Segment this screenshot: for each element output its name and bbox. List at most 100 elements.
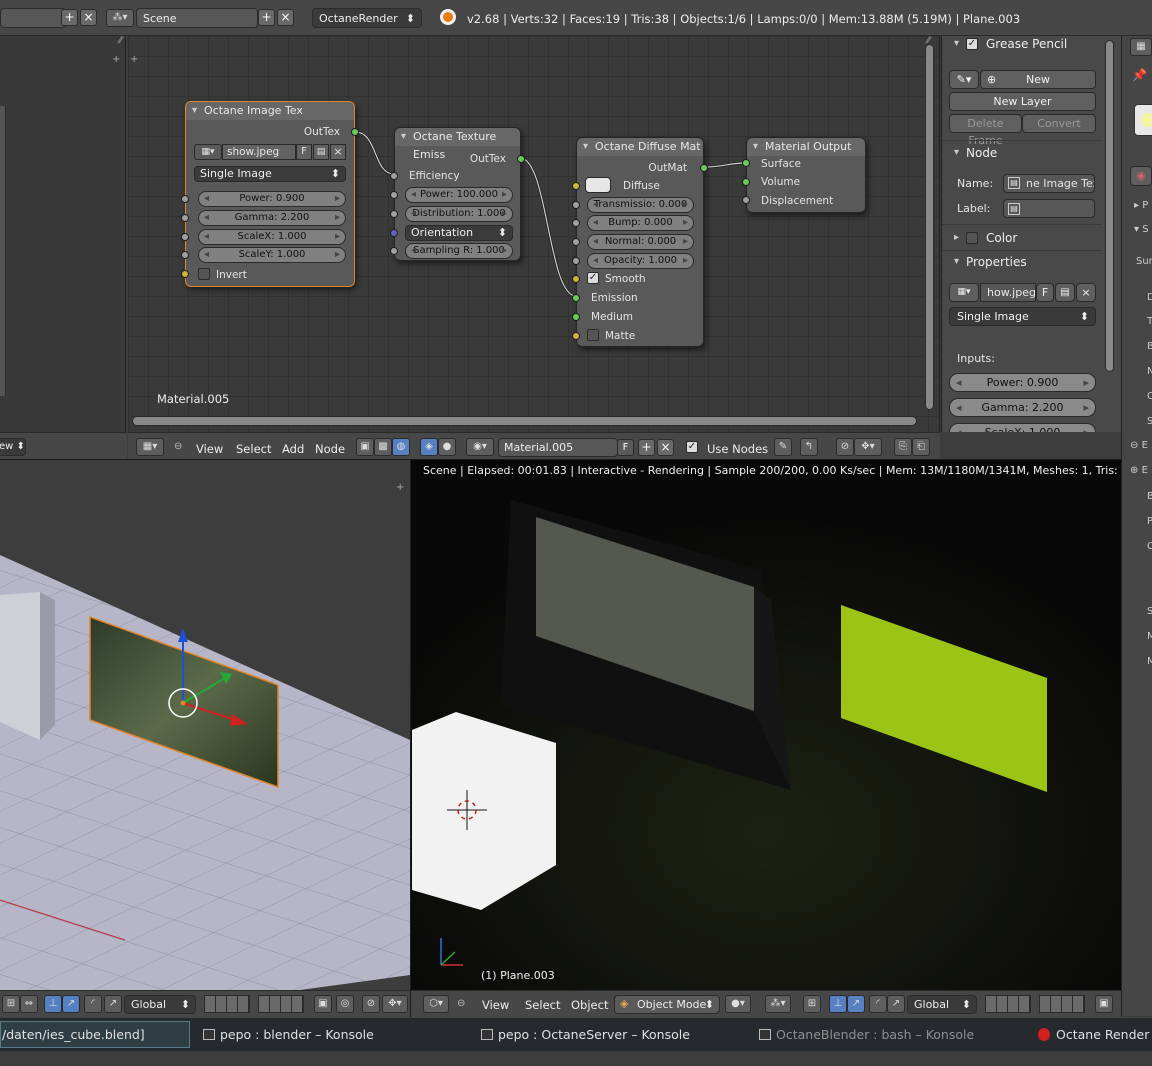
input-socket[interactable] (742, 178, 750, 186)
world-shader-icon[interactable]: ● (438, 438, 456, 456)
input-socket[interactable] (181, 195, 189, 203)
add-screen-button[interactable]: + (61, 9, 78, 26)
new-material-button[interactable]: + (638, 439, 655, 456)
node-title[interactable]: Material Output (747, 138, 865, 156)
scalex-field[interactable]: ScaleX: 1.000 (949, 423, 1096, 432)
area-separator[interactable] (0, 459, 1121, 460)
input-socket[interactable] (572, 313, 580, 321)
compositing-nodes-icon[interactable]: ◍ (392, 438, 410, 456)
panel-scrollbar[interactable] (1105, 40, 1114, 372)
input-socket[interactable] (572, 219, 580, 227)
viewport-shading-icon[interactable]: ●▾ (725, 995, 751, 1013)
node-title[interactable]: Octane Diffuse Mat (577, 138, 703, 156)
unlink-icon[interactable]: × (330, 144, 346, 160)
use-nodes-checkbox[interactable]: ✓ (686, 441, 698, 453)
material-slot-icon[interactable]: ◉ (1130, 166, 1152, 186)
scale-manipulator-icon[interactable]: ◜ (84, 995, 102, 1013)
manipulator-icon[interactable]: ⊞ (2, 995, 20, 1013)
power-field[interactable]: Power: 0.900 (198, 191, 346, 207)
layers-group-b[interactable] (258, 995, 304, 1013)
orientation-select[interactable]: Global ⬍ (907, 995, 977, 1014)
screen-layout-field[interactable] (0, 8, 66, 28)
shader-nodes-icon[interactable]: ▣ (356, 438, 374, 456)
translate-manipulator-icon[interactable]: ⊥ (44, 995, 62, 1013)
orientation-select[interactable]: Global ⬍ (124, 995, 196, 1014)
sampling-rate-field[interactable]: Sampling R: 1.000 (405, 243, 513, 259)
gamma-field[interactable]: Gamma: 2.200 (198, 210, 346, 226)
emission-power-field[interactable]: Power: 100.000 (405, 187, 513, 203)
collapse-menu-icon[interactable]: ⊖ (174, 441, 182, 452)
material-browse-icon[interactable]: ◉▾ (466, 438, 494, 456)
menu-select[interactable]: Select (525, 998, 560, 1012)
fake-user-button[interactable]: F (296, 144, 312, 160)
delete-frame-button[interactable]: Delete Frame (949, 114, 1022, 147)
texture-nodes-icon[interactable]: ▩ (374, 438, 392, 456)
snap-icon[interactable]: ✥▾ (854, 438, 882, 456)
orientation-select[interactable]: Orientation ⬍ (405, 225, 513, 241)
input-socket[interactable] (572, 275, 580, 283)
input-socket[interactable] (742, 196, 750, 204)
grease-pencil-checkbox[interactable]: ✓ (966, 38, 978, 50)
new-grease-pencil-button[interactable]: ⊕ New (980, 70, 1096, 89)
node-name-field[interactable]: ▤ ne Image Tex (1003, 174, 1095, 193)
lock-layers-icon[interactable]: ▣ (314, 995, 332, 1013)
input-socket[interactable] (572, 294, 580, 302)
pencil-browse-icon[interactable]: ✎▾ (949, 70, 979, 89)
node-octane-image-tex[interactable]: Octane Image Tex OutTex ▦▾ show.jpeg F ▤… (181, 101, 359, 287)
input-socket[interactable] (390, 172, 398, 180)
open-folder-icon[interactable]: ▤ (1055, 283, 1075, 302)
menu-object[interactable]: Object (571, 998, 608, 1012)
node-title[interactable]: Octane Texture Emiss (395, 128, 520, 161)
pivot-icon[interactable]: ⇔ (20, 995, 38, 1013)
rotate-manipulator-icon[interactable]: ↗ (62, 995, 80, 1013)
node-label-field[interactable]: ▤ (1003, 199, 1095, 218)
smooth-checkbox[interactable]: ✓ (587, 272, 599, 284)
panel-collapse-icon[interactable]: ▾ (954, 256, 959, 267)
pin-icon[interactable]: 📌 (1132, 68, 1147, 82)
color-checkbox[interactable] (966, 232, 978, 244)
transform-space-icon[interactable]: ↗ (104, 995, 122, 1013)
collapse-menu-icon[interactable]: ⊖ (457, 998, 465, 1009)
backdrop-icon[interactable]: ⊘ (836, 438, 854, 456)
input-socket[interactable] (742, 159, 750, 167)
menu-node[interactable]: Node (315, 442, 345, 456)
image-browse-icon[interactable]: ▦▾ (194, 144, 222, 160)
snap-icon[interactable]: ⊘ (362, 995, 380, 1013)
output-socket[interactable] (700, 164, 708, 172)
edge-item-0[interactable]: ▸ P (1134, 200, 1148, 211)
object-shader-icon[interactable]: ◈ (420, 438, 438, 456)
layers-group-b[interactable] (1039, 995, 1085, 1013)
edge-item-10[interactable]: ⊕ E (1130, 465, 1148, 476)
translate-manipulator-icon[interactable]: ⊥ (829, 995, 847, 1013)
color-panel-header[interactable]: Color (986, 231, 1017, 245)
layers-group-a[interactable] (985, 995, 1031, 1013)
add-scene-button[interactable]: + (258, 9, 275, 26)
node-add-plus-left[interactable]: + (112, 54, 120, 65)
taskbar-item-octane-render[interactable]: Octane Render F (1038, 1027, 1152, 1042)
menu-select[interactable]: Select (236, 442, 271, 456)
input-socket[interactable] (181, 214, 189, 222)
panel-collapse-icon[interactable]: ▾ (954, 147, 959, 158)
new-layer-button[interactable]: New Layer (949, 92, 1096, 111)
unlink-icon[interactable]: × (1076, 283, 1096, 302)
input-socket[interactable] (390, 210, 398, 218)
viewport-3d[interactable]: + (0, 460, 410, 990)
image-source-select[interactable]: Single Image ⬍ (949, 307, 1096, 326)
input-socket[interactable] (181, 233, 189, 241)
paste-icon[interactable]: ⎗ (912, 438, 930, 456)
pivot-point-icon[interactable]: ⁂▾ (765, 995, 791, 1013)
distribution-field[interactable]: Distribution: 1.000 (405, 206, 513, 222)
matte-checkbox[interactable] (587, 329, 599, 341)
editor-type-icon[interactable]: ▦▾ (136, 438, 164, 456)
power-field[interactable]: Power: 0.900 (949, 373, 1096, 392)
render-viewport[interactable]: Scene | Elapsed: 00:01.83 | Interactive … (411, 460, 1121, 990)
material-fake-user-button[interactable]: F (617, 439, 634, 456)
invert-checkbox[interactable] (198, 268, 210, 280)
node-octane-diffuse-mat[interactable]: Octane Diffuse Mat OutMat Diffuse Transm… (572, 137, 708, 347)
panel-expand-icon[interactable]: ▸ (954, 232, 959, 243)
pin-icon[interactable]: ✎ (774, 438, 792, 456)
unlink-material-button[interactable]: × (657, 439, 674, 456)
menu-add[interactable]: Add (282, 442, 304, 456)
menu-view[interactable]: View (196, 442, 223, 456)
delete-screen-button[interactable]: × (80, 9, 97, 26)
